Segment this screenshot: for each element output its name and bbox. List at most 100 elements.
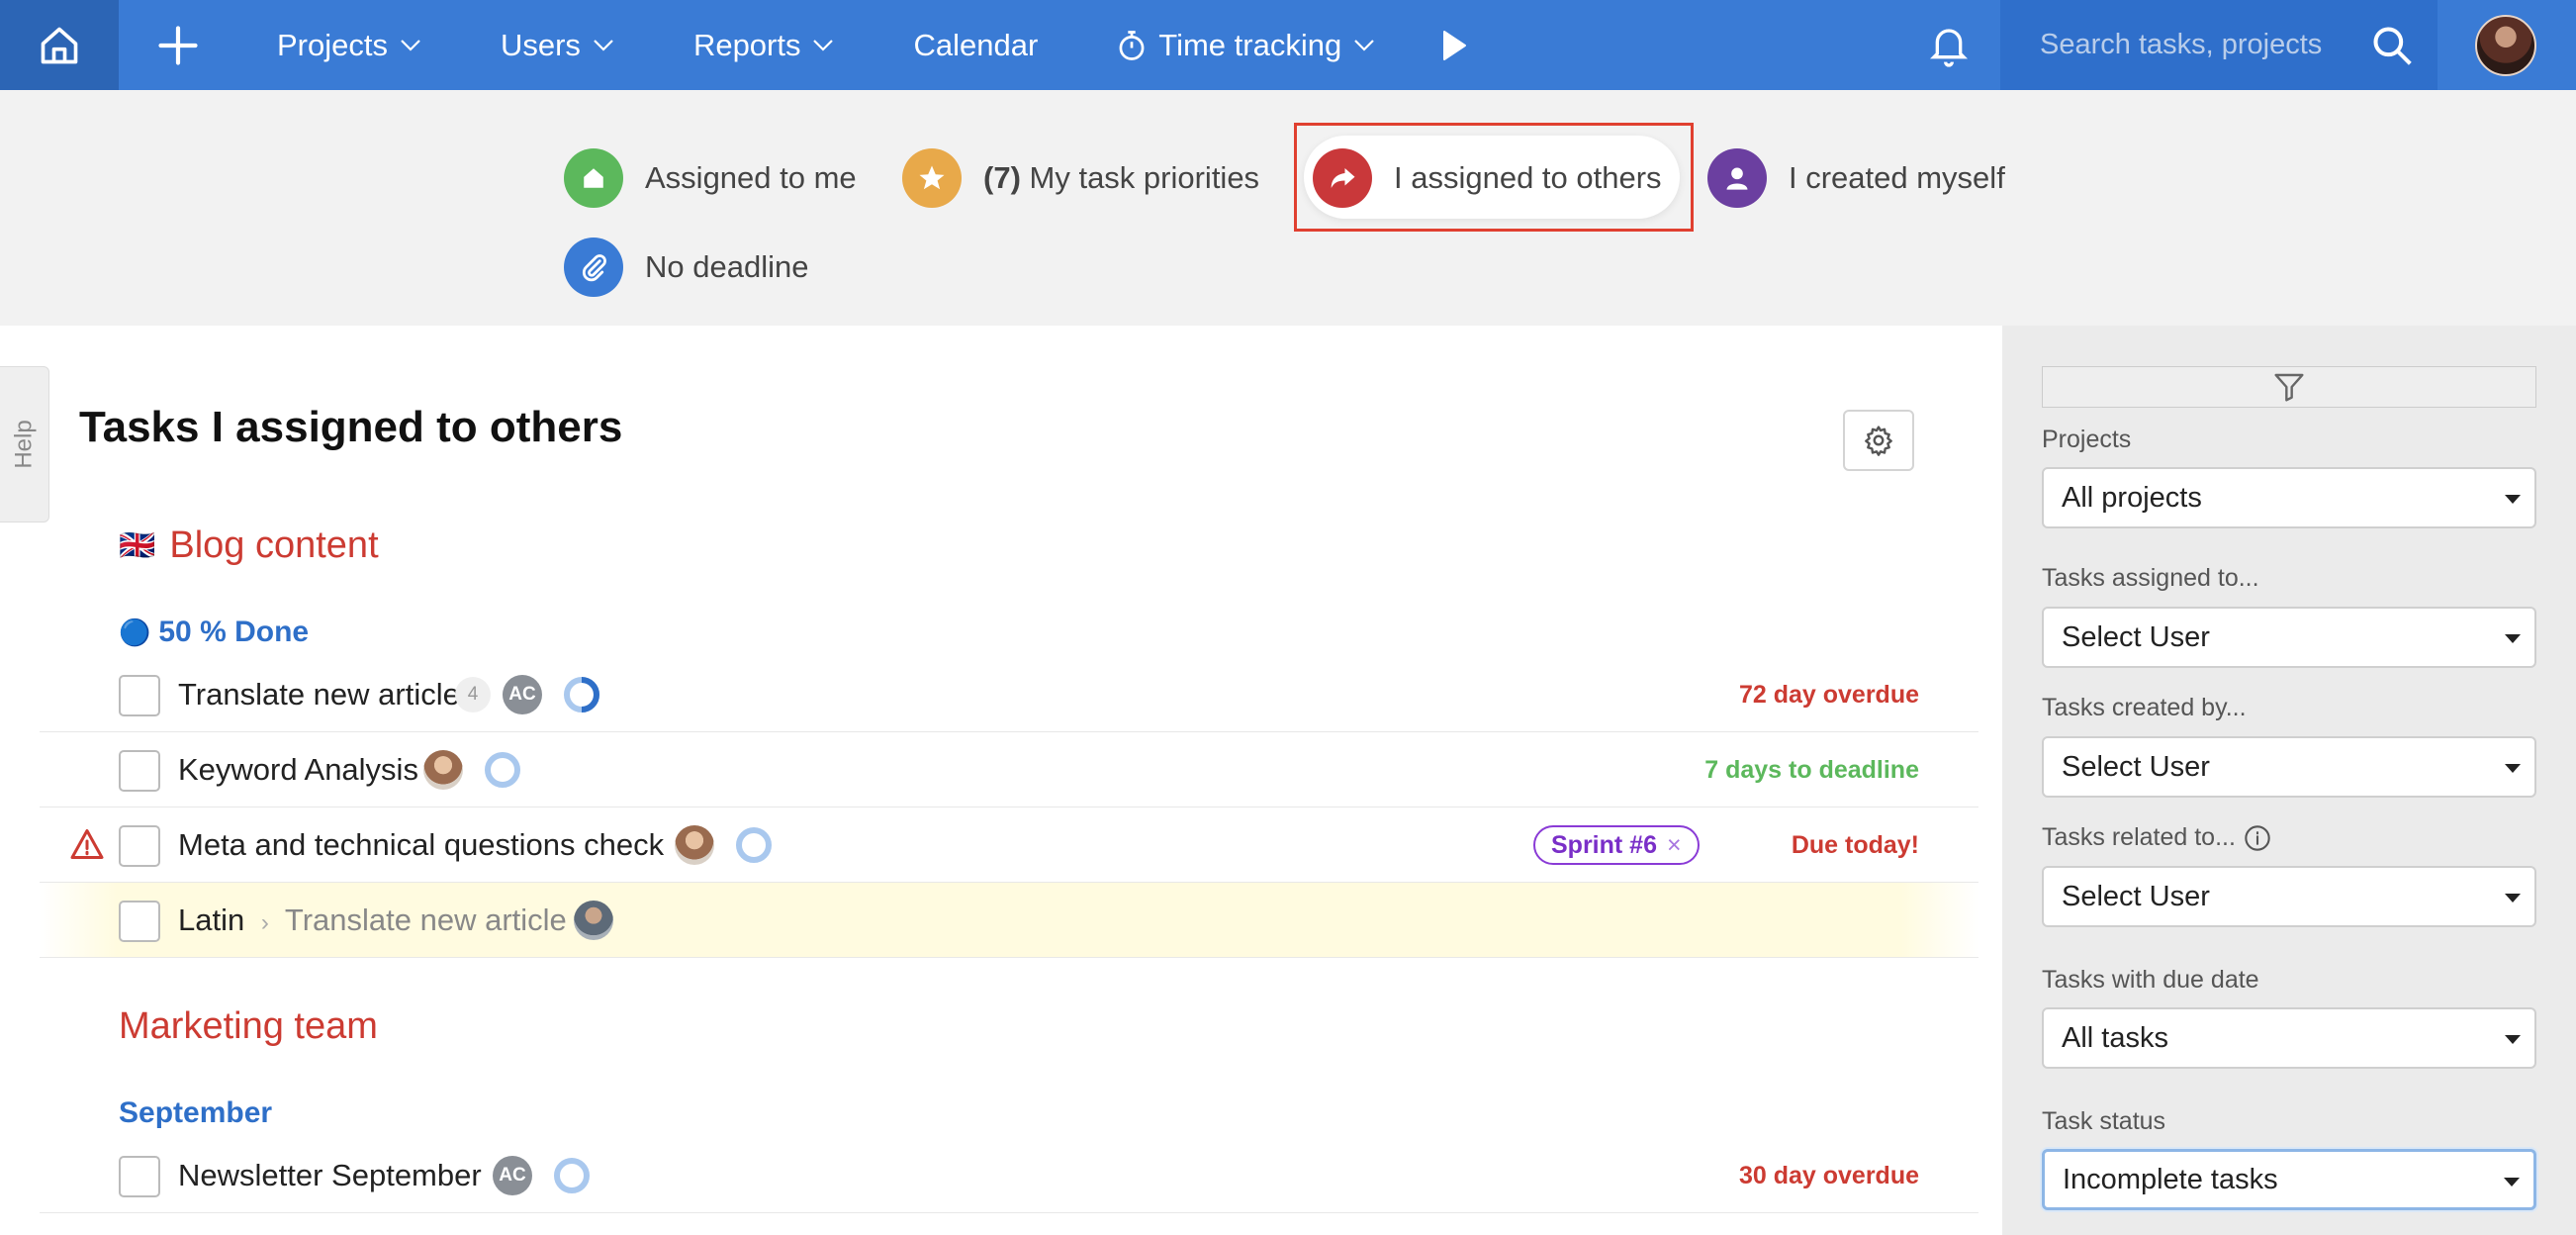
task-name[interactable]: Keyword Analysis (178, 752, 418, 788)
task-name[interactable]: Translate new article (178, 677, 460, 712)
created-filter-value: Select User (2062, 750, 2210, 783)
project-title-blog-content[interactable]: 🇬🇧 Blog content (119, 524, 379, 567)
chip-i-created-myself[interactable]: I created myself (1707, 139, 2005, 218)
chip-no-deadline-label: No deadline (645, 249, 809, 284)
chip-created-myself-label: I created myself (1789, 160, 2005, 195)
chip-assigned-to-others-label: I assigned to others (1394, 160, 1662, 195)
sprint-tag[interactable]: Sprint #6 × (1533, 825, 1700, 865)
chip-assigned-to-others[interactable]: I assigned to others (1313, 139, 1662, 218)
project-name: Blog content (169, 524, 379, 566)
chip-my-task-priorities[interactable]: (7) My task priorities (902, 139, 1259, 218)
nav-time-tracking-label: Time tracking (1158, 27, 1342, 62)
assignee-avatar[interactable]: AC (493, 1156, 532, 1195)
plus-icon (158, 25, 198, 65)
due-filter-select[interactable]: All tasks (2042, 1007, 2536, 1069)
task-row[interactable]: Newsletter September AC 30 day overdue (40, 1138, 1978, 1213)
task-row[interactable]: Latin › Translate new article (40, 883, 1978, 958)
created-filter-label: Tasks created by... (2042, 694, 2247, 721)
progress-ring-icon (564, 677, 599, 712)
nav-users-label: Users (500, 27, 581, 62)
nav-time-tracking[interactable]: Time tracking (1077, 0, 1415, 90)
paperclip-icon (564, 238, 623, 297)
nav-calendar-label: Calendar (913, 27, 1039, 62)
due-status: Due today! (1791, 831, 1919, 859)
nav-calendar[interactable]: Calendar (874, 0, 1077, 90)
caret-down-icon (2505, 1035, 2521, 1044)
home-button[interactable] (0, 0, 119, 90)
nav-users[interactable]: Users (461, 0, 654, 90)
assigned-filter-label: Tasks assigned to... (2042, 564, 2259, 592)
task-name[interactable]: Meta and technical questions check (178, 827, 664, 863)
search-input[interactable] (2040, 29, 2327, 61)
assignee-avatar[interactable] (423, 750, 463, 790)
task-row[interactable]: Translate new article 4 AC 72 day overdu… (40, 657, 1978, 732)
page-title: Tasks I assigned to others (79, 403, 623, 451)
filter-toggle-button[interactable] (2042, 366, 2536, 408)
chevron-right-icon: › (260, 909, 269, 936)
nav-projects-label: Projects (277, 27, 388, 62)
uk-flag-icon: 🇬🇧 (119, 529, 156, 562)
assigned-filter-select[interactable]: Select User (2042, 607, 2536, 668)
nav-reports[interactable]: Reports (654, 0, 874, 90)
chevron-down-icon (401, 39, 420, 51)
chevron-down-icon (813, 39, 834, 51)
task-checkbox[interactable] (119, 675, 160, 716)
chip-assigned-to-me-label: Assigned to me (645, 160, 857, 195)
task-group-title[interactable]: September (119, 1096, 272, 1130)
assignee-avatar[interactable] (675, 825, 714, 865)
close-icon[interactable]: × (1667, 831, 1682, 860)
star-icon (902, 148, 962, 208)
related-filter-label-text: Tasks related to... (2042, 823, 2236, 851)
projects-filter-value: All projects (2062, 481, 2202, 514)
task-checkbox[interactable] (119, 750, 160, 792)
related-filter-label: Tasks related to... (2042, 823, 2271, 852)
search-box (2000, 0, 2438, 90)
caret-down-icon (2505, 894, 2521, 902)
created-filter-select[interactable]: Select User (2042, 736, 2536, 798)
projects-filter-select[interactable]: All projects (2042, 467, 2536, 528)
task-group-name: September (119, 1096, 273, 1129)
subtask-name: Latin (178, 902, 245, 937)
list-settings-button[interactable] (1843, 410, 1914, 471)
assignee-avatar[interactable] (574, 901, 613, 940)
chip-assigned-to-me[interactable]: Assigned to me (564, 139, 857, 218)
search-icon[interactable] (2370, 24, 2414, 67)
notifications-button[interactable] (1899, 0, 1998, 90)
task-name[interactable]: Newsletter September (178, 1158, 482, 1193)
task-checkbox[interactable] (119, 825, 160, 867)
task-row[interactable]: Keyword Analysis 7 days to deadline (40, 732, 1978, 808)
assigned-filter-value: Select User (2062, 620, 2210, 653)
info-icon[interactable] (2244, 824, 2271, 852)
help-label: Help (10, 420, 38, 469)
chip-no-deadline[interactable]: No deadline (564, 228, 808, 307)
home-icon (564, 148, 623, 208)
due-status: 72 day overdue (1738, 681, 1919, 709)
start-timer-button[interactable] (1415, 0, 1494, 90)
quick-filter-bar (0, 90, 2576, 326)
help-tab[interactable]: Help (0, 366, 49, 522)
caret-down-icon (2504, 1178, 2520, 1187)
progress-ring-icon (736, 827, 772, 863)
assignee-avatar[interactable]: AC (503, 675, 542, 714)
home-icon (41, 27, 78, 63)
task-group-name: 50 % Done (158, 616, 310, 648)
user-icon (1707, 148, 1767, 208)
parent-task-name[interactable]: Translate new article (285, 902, 567, 937)
status-filter-value: Incomplete tasks (2063, 1163, 2278, 1195)
chevron-down-icon (1354, 39, 1374, 51)
related-filter-select[interactable]: Select User (2042, 866, 2536, 927)
filter-icon (2274, 373, 2304, 402)
task-checkbox[interactable] (119, 1156, 160, 1197)
due-status: 7 days to deadline (1704, 756, 1919, 784)
status-filter-label: Task status (2042, 1107, 2166, 1135)
task-group-title[interactable]: 🔵 50 % Done (119, 616, 309, 649)
status-filter-select[interactable]: Incomplete tasks (2042, 1149, 2536, 1210)
task-checkbox[interactable] (119, 901, 160, 942)
due-filter-label: Tasks with due date (2042, 966, 2259, 994)
project-title-marketing-team[interactable]: Marketing team (119, 1005, 378, 1048)
task-row[interactable]: Meta and technical questions check Sprin… (40, 808, 1978, 883)
user-avatar[interactable] (2475, 15, 2536, 76)
nav-projects[interactable]: Projects (237, 0, 461, 90)
add-button[interactable] (119, 0, 237, 90)
task-name[interactable]: Latin › Translate new article (178, 902, 567, 938)
